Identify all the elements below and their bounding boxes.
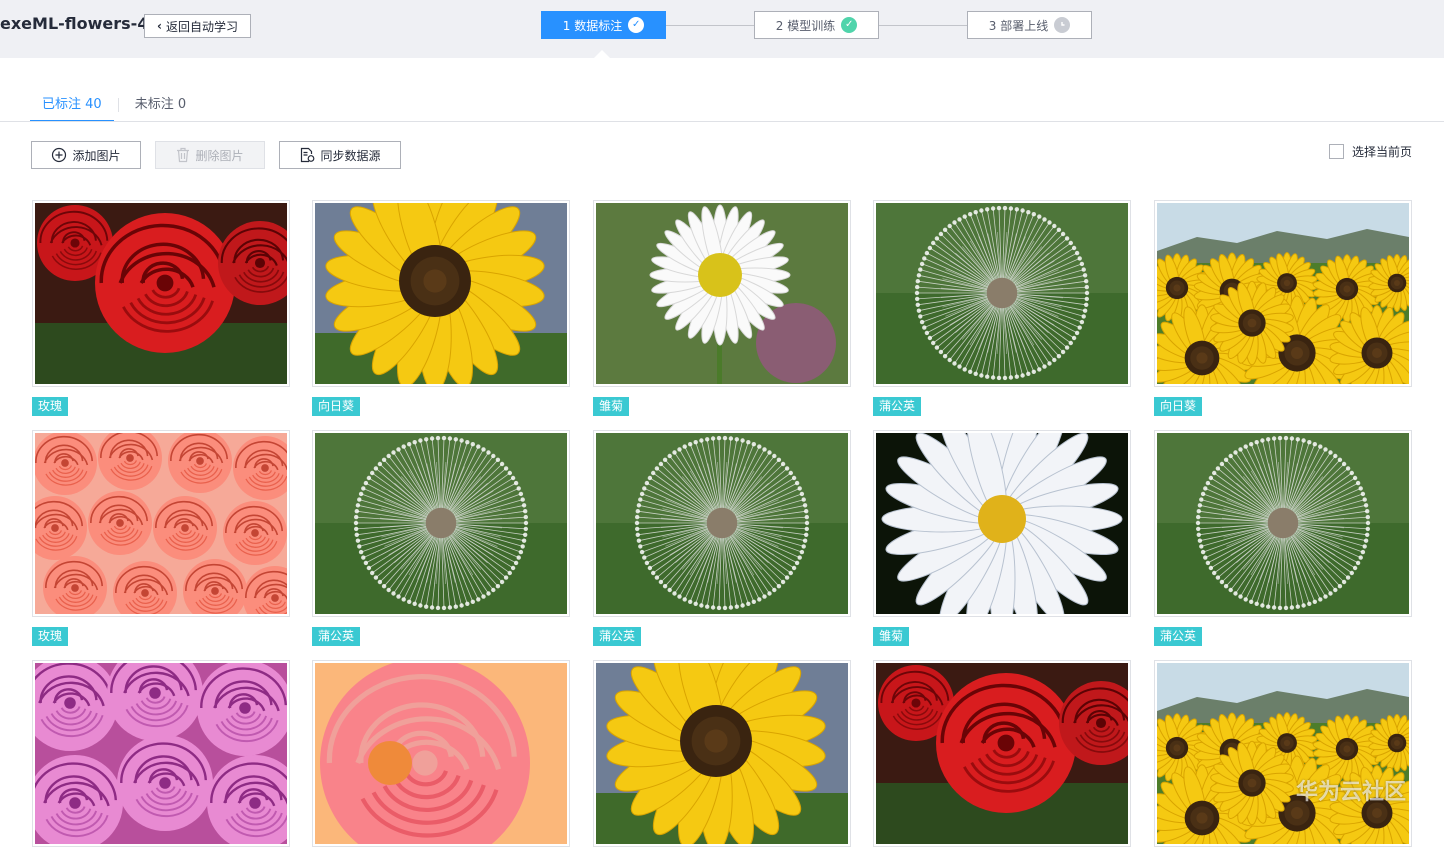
image-card[interactable]: 玫瑰 [32,430,290,646]
image-card[interactable]: 玫瑰 [32,200,290,416]
image-thumbnail[interactable] [873,660,1131,847]
image-card[interactable]: 蒲公英 [873,200,1131,416]
chevron-left-icon: ‹ [157,19,162,33]
add-image-button[interactable]: 添加图片 [31,141,141,169]
add-image-label: 添加图片 [72,148,121,163]
step-connector [666,25,754,26]
label-tag: 玫瑰 [32,397,69,416]
label-tag: 蒲公英 [312,627,361,646]
image-thumbnail[interactable] [1154,200,1412,387]
step-deploy[interactable]: 3 部署上线 [967,11,1092,39]
image-card[interactable]: 蒲公英 [593,430,851,646]
active-step-caret [594,50,610,58]
label-tag: 蒲公英 [1154,627,1203,646]
image-thumbnail[interactable] [593,660,851,847]
select-page-label: 选择当前页 [1352,145,1413,159]
image-thumbnail[interactable] [873,430,1131,617]
tab-unlabeled[interactable]: 未标注 0 [123,96,198,122]
sync-datasource-label: 同步数据源 [320,148,381,163]
delete-image-button[interactable]: 删除图片 [155,141,265,169]
image-thumbnail[interactable] [312,430,570,617]
image-thumbnail[interactable] [32,660,290,847]
image-thumbnail[interactable] [312,660,570,847]
check-circle-icon: ✓ [628,17,645,33]
project-title: exeML-flowers-4 [0,14,149,33]
image-card[interactable]: 雏菊 [593,200,851,416]
image-thumbnail[interactable] [593,430,851,617]
image-thumbnail[interactable] [593,200,851,387]
image-thumbnail[interactable] [312,200,570,387]
image-card[interactable] [873,660,1131,847]
tab-labeled[interactable]: 已标注 40 [30,96,114,122]
trash-icon [177,147,190,163]
step-data-labeling[interactable]: 1 数据标注 ✓ [541,11,666,39]
label-tag: 蒲公英 [593,627,642,646]
sync-datasource-button[interactable]: 同步数据源 [279,141,401,169]
label-tag: 蒲公英 [873,397,922,416]
image-thumbnail[interactable] [32,430,290,617]
back-to-automl-button[interactable]: ‹ 返回自动学习 [144,14,251,38]
clock-icon [1054,17,1071,33]
image-card[interactable] [32,660,290,847]
image-card[interactable] [312,660,570,847]
check-circle-icon: ✓ [841,17,858,33]
image-thumbnail[interactable] [1154,660,1412,847]
label-tag: 向日葵 [1154,397,1203,416]
step-connector [879,25,967,26]
step-label: 3 部署上线 [988,18,1049,33]
image-card[interactable]: 向日葵 [1154,200,1412,416]
image-thumbnail[interactable] [873,200,1131,387]
watermark: 华为云社区 [1296,780,1407,805]
image-card[interactable]: 蒲公英 [312,430,570,646]
image-thumbnail[interactable] [1154,430,1412,617]
delete-image-label: 删除图片 [195,148,244,163]
step-model-training[interactable]: 2 模型训练 ✓ [754,11,879,39]
image-card[interactable] [1154,660,1412,847]
plus-circle-icon [52,147,67,163]
select-current-page: 选择当前页 [1329,143,1412,160]
step-label: 1 数据标注 [562,18,623,33]
label-tag: 向日葵 [312,397,361,416]
back-button-label: 返回自动学习 [165,19,238,34]
label-tag: 雏菊 [593,397,630,416]
label-status-tabs: 已标注 40 未标注 0 [30,96,198,122]
image-thumbnail[interactable] [32,200,290,387]
select-page-checkbox[interactable] [1329,144,1344,159]
image-card[interactable] [593,660,851,847]
step-label: 2 模型训练 [775,18,836,33]
tab-divider [117,98,119,112]
tabs-divider [0,121,1444,122]
label-tag: 雏菊 [873,627,910,646]
label-tag: 玫瑰 [32,627,69,646]
image-card[interactable]: 蒲公英 [1154,430,1412,646]
image-card[interactable]: 雏菊 [873,430,1131,646]
top-bar: exeML-flowers-4 ‹ 返回自动学习 1 数据标注 ✓ 2 模型训练… [0,0,1444,58]
sync-document-icon [301,147,315,163]
image-card[interactable]: 向日葵 [312,200,570,416]
